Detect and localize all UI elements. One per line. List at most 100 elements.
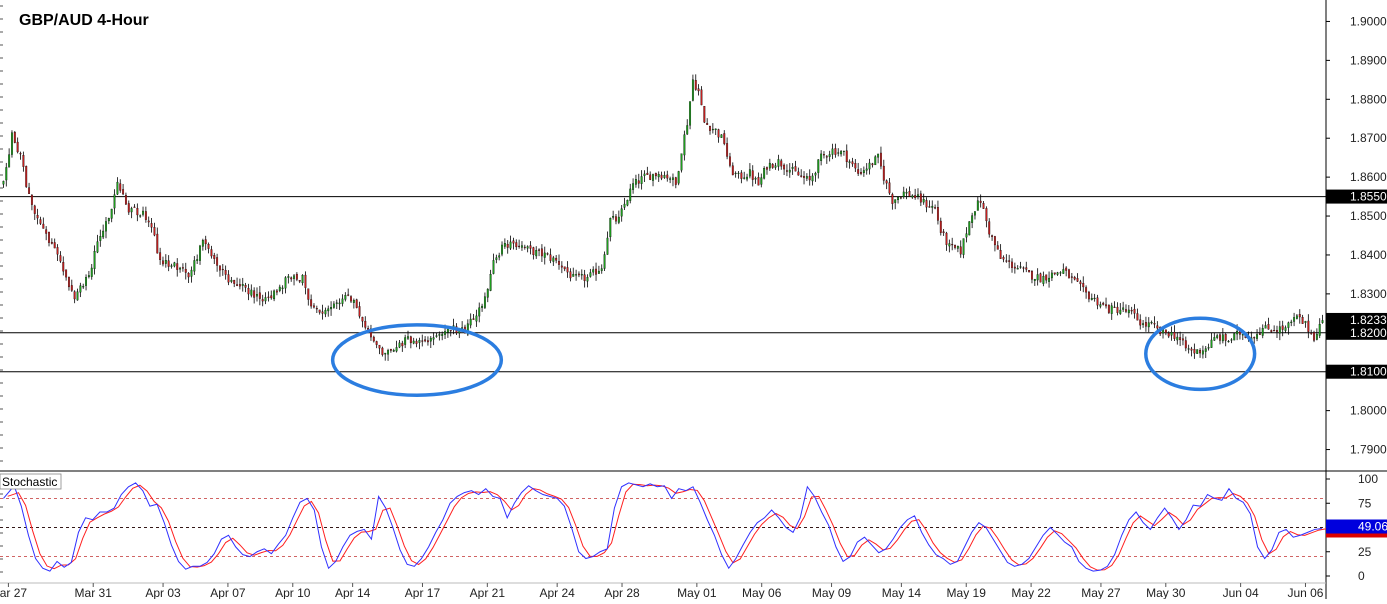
candle-down	[780, 160, 783, 167]
candle-up	[746, 176, 748, 180]
candle-up	[230, 279, 233, 282]
candle-up	[1210, 339, 1213, 348]
candle-up	[435, 335, 438, 337]
candle-down	[996, 245, 999, 250]
time-tick-label: Jun 06	[1287, 586, 1323, 599]
candle-down	[244, 285, 247, 288]
candle-down	[1096, 297, 1099, 306]
candle-down	[1173, 332, 1176, 339]
candle-down	[1079, 281, 1082, 285]
candle-up	[495, 257, 498, 260]
candle-up	[418, 340, 421, 343]
candle-down	[566, 267, 569, 273]
candle-up	[2, 180, 5, 185]
candle-down	[985, 208, 988, 222]
candle-down	[1011, 261, 1013, 268]
candle-up	[720, 134, 723, 138]
candle-down	[1267, 324, 1270, 330]
candle-up	[948, 243, 951, 247]
candle-down	[421, 340, 424, 342]
candle-up	[754, 177, 757, 180]
candle-up	[486, 289, 489, 298]
candle-down	[238, 284, 241, 287]
candle-down	[1164, 329, 1167, 334]
candle-down	[518, 245, 521, 247]
candle-up	[911, 195, 914, 198]
candle-up	[572, 273, 575, 277]
candle-up	[76, 291, 79, 301]
candle-up	[877, 153, 880, 158]
candle-down	[1190, 348, 1193, 351]
candle-up	[905, 192, 908, 194]
candle-down	[757, 177, 760, 186]
candle-down	[1107, 304, 1110, 313]
candle-up	[79, 285, 82, 293]
candle-down	[709, 126, 711, 131]
candle-down	[1031, 271, 1033, 280]
level-tag-label: 1.8200	[1350, 326, 1387, 340]
candle-down	[122, 189, 125, 195]
candle-down	[48, 231, 50, 243]
candle-down	[45, 229, 48, 234]
candle-up	[640, 176, 643, 184]
candle-down	[219, 265, 221, 271]
candle-down	[723, 133, 726, 144]
candle-down	[919, 193, 922, 203]
candle-up	[743, 177, 746, 179]
candle-up	[1187, 348, 1190, 350]
candle-down	[295, 273, 298, 280]
candle-up	[1264, 325, 1267, 329]
candle-down	[133, 206, 136, 208]
candle-up	[643, 173, 646, 176]
candle-up	[105, 221, 107, 232]
candle-down	[261, 299, 264, 302]
candle-down	[891, 194, 894, 204]
price-tick-label: 1.8400	[1350, 248, 1387, 262]
candle-down	[1105, 304, 1107, 307]
candle-up	[481, 305, 484, 308]
time-tick-label: Apr 28	[604, 586, 640, 599]
time-tick-label: Mar 31	[75, 586, 113, 599]
candle-down	[766, 167, 768, 170]
candle-down	[506, 243, 509, 248]
candle-down	[951, 244, 954, 246]
candle-down	[184, 268, 187, 273]
candle-up	[1230, 339, 1233, 341]
candle-up	[1090, 298, 1093, 300]
candle-down	[546, 253, 549, 255]
candle-up	[840, 151, 843, 155]
candle-up	[1059, 272, 1062, 274]
chart-root: 1.9000 1.8900 1.8800 1.8700 1.8600 1.8500 1.84…	[0, 0, 1387, 600]
candle-up	[603, 254, 606, 269]
candle-down	[532, 247, 535, 256]
price-tick-label: 1.9000	[1350, 14, 1387, 28]
candle-up	[1110, 305, 1113, 314]
candle-down	[298, 280, 301, 282]
candle-up	[1321, 320, 1324, 323]
candle-down	[700, 89, 703, 106]
candle-up	[341, 298, 344, 304]
candle-down	[740, 172, 743, 179]
candle-up	[438, 334, 441, 336]
candle-down	[213, 255, 216, 259]
candle-down	[936, 207, 939, 221]
candle-up	[632, 183, 635, 190]
candle-down	[216, 257, 219, 266]
candle-up	[711, 128, 714, 131]
candle-up	[483, 296, 486, 308]
candle-up	[327, 308, 330, 312]
candle-down	[22, 155, 25, 167]
candle-up	[837, 152, 840, 154]
candle-down	[694, 80, 697, 90]
candle-up	[338, 302, 341, 305]
candle-up	[1142, 323, 1145, 325]
candle-up	[814, 173, 817, 176]
candle-down	[378, 344, 381, 349]
candle-up	[535, 249, 538, 257]
candle-up	[788, 169, 791, 173]
candle-up	[874, 156, 877, 166]
candle-up	[689, 101, 692, 126]
candle-up	[1176, 336, 1179, 341]
candle-down	[36, 214, 39, 219]
candle-up	[332, 303, 335, 308]
